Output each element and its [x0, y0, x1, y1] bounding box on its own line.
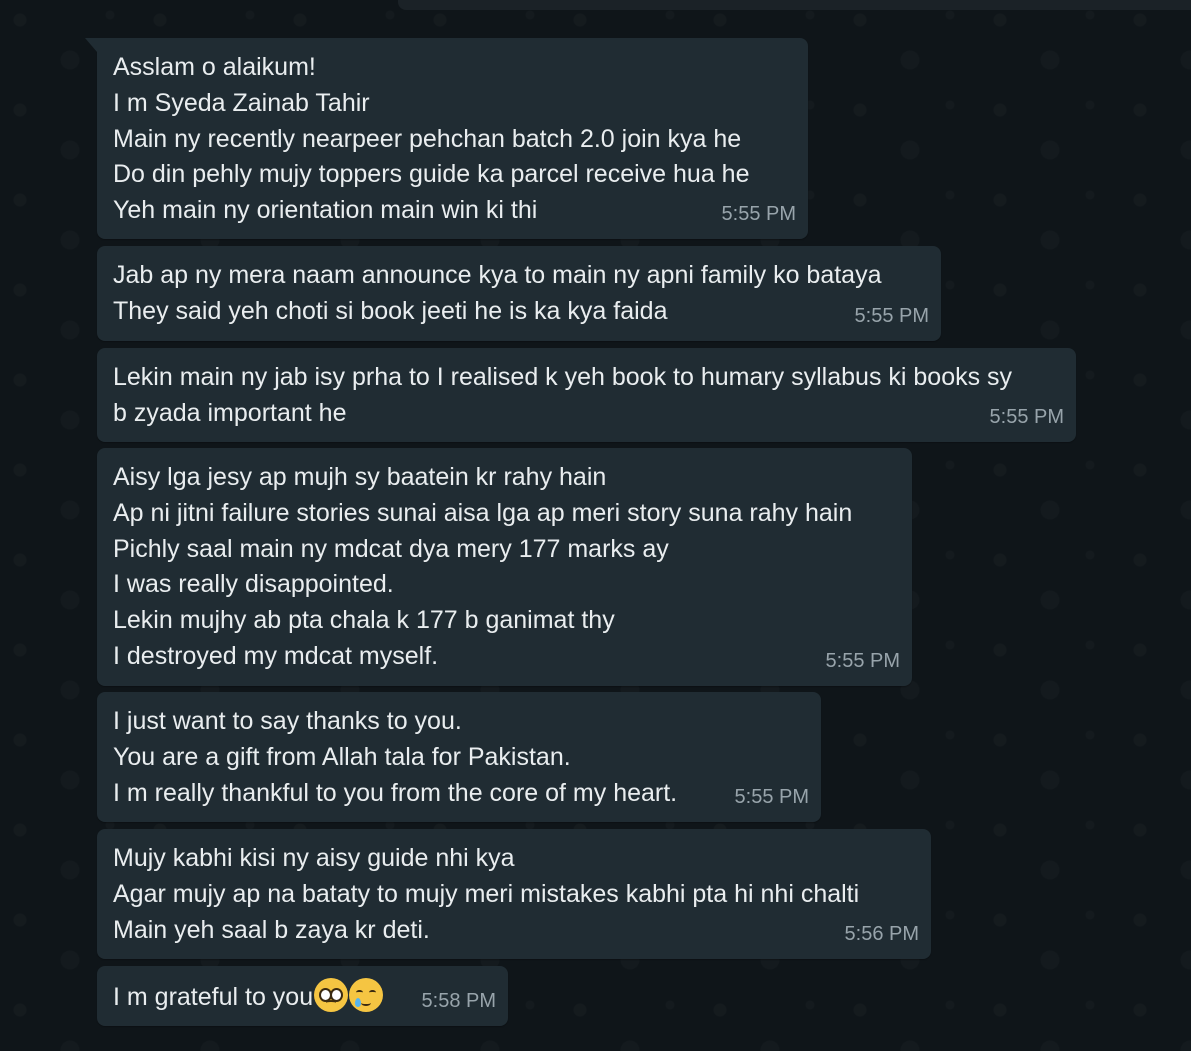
message-line: Agar mujy ap na bataty to mujy meri mist… — [113, 879, 860, 908]
message-line: I just want to say thanks to you. — [113, 707, 462, 735]
message-text: I m grateful to you — [113, 983, 314, 1011]
message-line: Yeh main ny orientation main win ki thi — [113, 196, 538, 225]
incoming-message[interactable]: Lekin main ny jab isy prha to I realised… — [97, 348, 1076, 442]
message-line: Mujy kabhi kisi ny aisy guide nhi kya — [113, 844, 515, 872]
message-line: I was really disappointed. — [113, 570, 394, 599]
smiling-face-with-tear-emoji — [349, 978, 384, 1012]
message-timestamp: 5:55 PM — [825, 650, 900, 673]
message-line: Aisy lga jesy ap mujh sy baatein kr rahy… — [113, 463, 607, 491]
message-timestamp: 5:55 PM — [854, 305, 929, 328]
incoming-message[interactable]: Mujy kabhi kisi ny aisy guide nhi kya Ag… — [97, 829, 931, 959]
message-line: Do din pehly mujy toppers guide ka parce… — [113, 160, 750, 189]
message-line: I m really thankful to you from the core… — [113, 778, 678, 807]
incoming-message[interactable]: I just want to say thanks to you. You ar… — [97, 692, 821, 822]
message-timestamp: 5:55 PM — [721, 203, 796, 226]
incoming-message[interactable]: Asslam o alaikum! I m Syeda Zainab Tahir… — [85, 38, 808, 239]
message-line: b zyada important he — [113, 398, 347, 427]
incoming-message[interactable]: Jab ap ny mera naam announce kya to main… — [97, 246, 941, 341]
message-line: Asslam o alaikum! — [113, 53, 316, 81]
incoming-message[interactable]: I m grateful to you 5:58 PM — [97, 966, 508, 1026]
pleading-face-emoji — [314, 978, 349, 1012]
message-line: Main ny recently nearpeer pehchan batch … — [113, 124, 742, 153]
previous-message-edge — [398, 0, 1191, 10]
message-line: I m Syeda Zainab Tahir — [113, 88, 370, 117]
incoming-message[interactable]: Aisy lga jesy ap mujh sy baatein kr rahy… — [97, 448, 912, 686]
message-line: You are a gift from Allah tala for Pakis… — [113, 742, 571, 771]
message-line: Jab ap ny mera naam announce kya to main… — [113, 261, 882, 289]
message-timestamp: 5:55 PM — [734, 786, 809, 809]
message-line: Pichly saal main ny mdcat dya mery 177 m… — [113, 534, 669, 563]
message-line: I destroyed my mdcat myself. — [113, 641, 439, 670]
message-timestamp: 5:56 PM — [844, 923, 919, 946]
message-line: Main yeh saal b zaya kr deti. — [113, 915, 430, 944]
message-line: Lekin mujhy ab pta chala k 177 b ganimat… — [113, 606, 615, 635]
message-line: Lekin main ny jab isy prha to I realised… — [113, 363, 1013, 391]
message-line: Ap ni jitni failure stories sunai aisa l… — [113, 498, 853, 527]
message-timestamp: 5:58 PM — [421, 990, 496, 1013]
bubble-tail — [85, 38, 97, 52]
message-timestamp: 5:55 PM — [989, 406, 1064, 429]
message-line: They said yeh choti si book jeeti he is … — [113, 296, 668, 325]
